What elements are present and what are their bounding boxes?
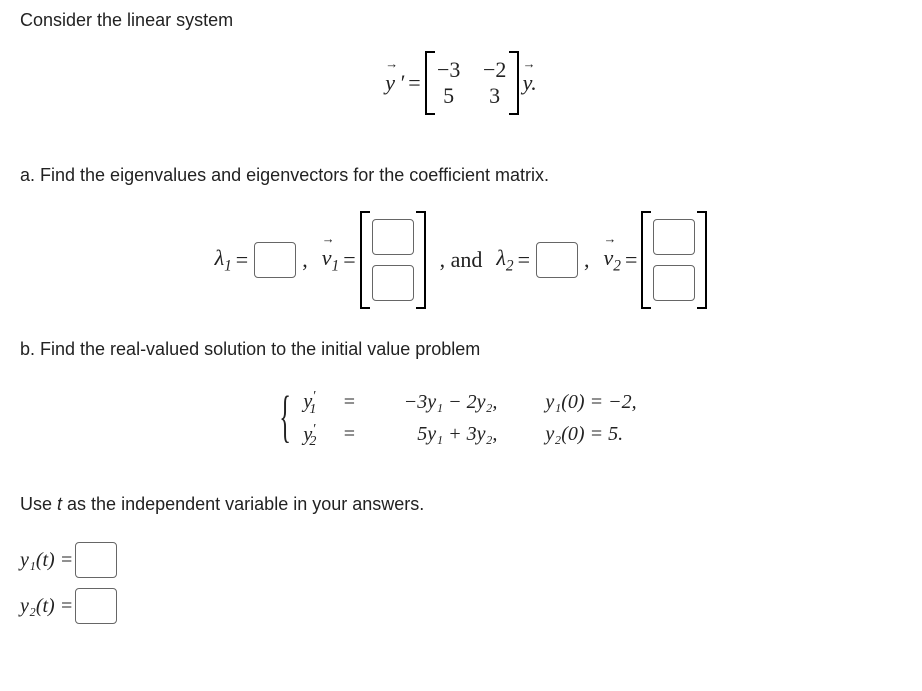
- ode-system: y′1 = −3y₁ − 2y₂, y₁(0) = −2, y′2 = 5y₁ …: [285, 385, 636, 454]
- ic1: y₁(0) = −2,: [545, 391, 636, 414]
- v2-component-1-input[interactable]: [653, 219, 695, 255]
- lambda1-input[interactable]: [254, 242, 296, 278]
- y1-solution-input[interactable]: [75, 542, 117, 578]
- intro-text: Consider the linear system: [20, 10, 902, 31]
- v1-vector: [360, 211, 426, 309]
- main-equation: y ′ = −3 −2 5 3 y.: [20, 51, 902, 115]
- matrix-cell: 5: [435, 83, 463, 109]
- ic2: y₂(0) = 5.: [545, 423, 623, 446]
- v1-component-1-input[interactable]: [372, 219, 414, 255]
- matrix-cell: −2: [481, 57, 509, 83]
- y1-label: y₁(t) =: [20, 549, 73, 572]
- v1-component-2-input[interactable]: [372, 265, 414, 301]
- matrix-cell: 3: [481, 83, 509, 109]
- coefficient-matrix: −3 −2 5 3: [425, 51, 519, 115]
- y2-solution-input[interactable]: [75, 588, 117, 624]
- part-b-label: b. Find the real-valued solution to the …: [20, 339, 902, 360]
- y2-label: y₂(t) =: [20, 595, 73, 618]
- part-a-label: a. Find the eigenvalues and eigenvectors…: [20, 165, 902, 186]
- lambda1-label: λ1: [215, 245, 232, 275]
- separator-and: , and: [440, 247, 483, 273]
- lambda2-input[interactable]: [536, 242, 578, 278]
- matrix-cell: −3: [435, 57, 463, 83]
- v2-component-2-input[interactable]: [653, 265, 695, 301]
- v2-vector: [641, 211, 707, 309]
- eq1-rhs: −3y₁ − 2y₂,: [367, 391, 497, 414]
- eq2-rhs: 5y₁ + 3y₂,: [367, 423, 497, 446]
- independent-var-note: Use t as the independent variable in you…: [20, 494, 902, 515]
